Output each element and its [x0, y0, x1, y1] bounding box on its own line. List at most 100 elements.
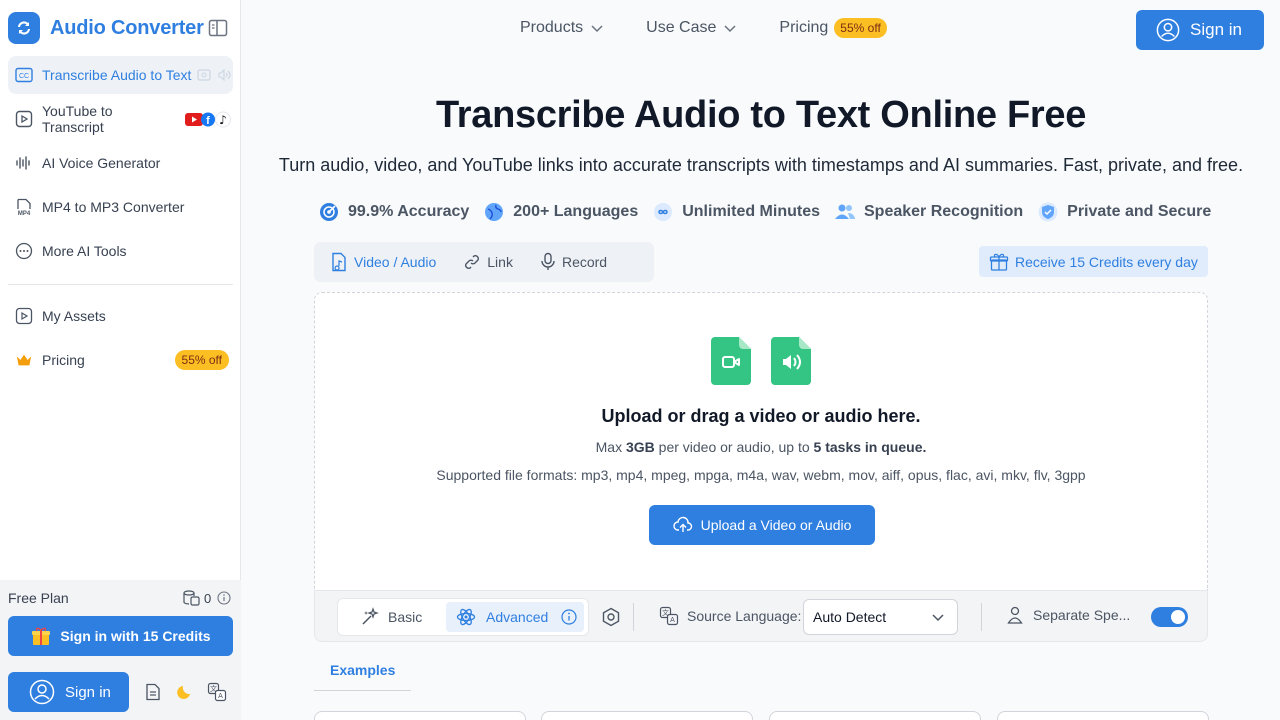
separate-speakers-toggle[interactable]: [1151, 607, 1188, 627]
sign-in-credits-button[interactable]: Sign in with 15 Credits: [8, 616, 233, 656]
tab-record[interactable]: Record: [540, 252, 607, 272]
document-icon[interactable]: [143, 682, 163, 702]
target-icon: [318, 201, 340, 223]
logo-icon: [8, 12, 40, 44]
source-language-select[interactable]: Auto Detect: [803, 599, 958, 635]
sidebar-item-label: AI Voice Generator: [42, 155, 161, 171]
nav-use-case[interactable]: Use Case: [646, 19, 737, 37]
sidebar-item-youtube-transcript[interactable]: YouTube to Transcript f ♪: [8, 100, 233, 138]
sidebar-collapse-icon[interactable]: [208, 19, 228, 37]
upload-dropzone[interactable]: Upload or drag a video or audio here. Ma…: [314, 292, 1208, 590]
mode-advanced[interactable]: Advanced: [446, 602, 584, 632]
nav-products[interactable]: Products: [520, 19, 604, 37]
tab-label: Video / Audio: [354, 254, 437, 270]
assets-icon: [15, 307, 33, 325]
page-subtitle: Turn audio, video, and YouTube links int…: [278, 155, 1244, 175]
svg-text:♪: ♪: [219, 113, 227, 127]
example-card[interactable]: [997, 711, 1209, 720]
upload-limit-size: 3GB: [625, 439, 655, 455]
file-audio-icon: [330, 252, 348, 272]
daily-credits-banner[interactable]: Receive 15 Credits every day: [979, 246, 1208, 277]
mode-basic[interactable]: Basic: [360, 602, 422, 632]
upload-limit-text: per video or audio, up to: [654, 439, 814, 455]
free-plan-label: Free Plan: [8, 590, 69, 606]
example-card[interactable]: [769, 711, 981, 720]
gift-icon: [989, 252, 1009, 272]
translate-icon[interactable]: 文A: [207, 682, 227, 702]
tab-examples[interactable]: Examples: [330, 662, 395, 678]
sidebar-item-pricing[interactable]: Pricing 55% off: [8, 341, 233, 379]
upload-button-label: Upload a Video or Audio: [700, 517, 852, 533]
speaker-mini-icon: [217, 69, 231, 81]
source-language-text: Source Language:: [687, 608, 802, 624]
discount-badge: 55% off: [834, 18, 887, 38]
settings-icon[interactable]: [601, 607, 621, 632]
svg-text:CC: CC: [19, 73, 29, 80]
video-mini-icon: [197, 69, 212, 81]
examples-underline: [314, 690, 411, 691]
upload-limit-text: Max: [595, 439, 626, 455]
info-icon[interactable]: [217, 591, 231, 605]
example-card[interactable]: [314, 711, 526, 720]
upload-limit-tasks: 5 tasks in queue.: [813, 439, 927, 455]
chevron-down-icon: [724, 25, 736, 33]
cloud-upload-icon: [672, 516, 693, 534]
tab-label: Record: [561, 254, 608, 270]
sidebar-item-mp4-to-mp3[interactable]: MP4 MP4 to MP3 Converter: [8, 188, 233, 226]
sidebar-item-my-assets[interactable]: My Assets: [8, 297, 233, 335]
atom-icon: [456, 607, 476, 627]
sidebar-item-label: MP4 to MP3 Converter: [42, 199, 185, 215]
svg-text:A: A: [670, 617, 675, 624]
feature-list: 99.9% Accuracy 200+ Languages Unlimited …: [318, 201, 1225, 223]
shield-icon: [1037, 201, 1059, 223]
credits-value: 0: [204, 590, 212, 606]
feature-label: Unlimited Minutes: [682, 203, 820, 220]
mode-basic-label: Basic: [388, 609, 423, 625]
divider: [981, 603, 982, 631]
source-language-value: Auto Detect: [813, 609, 887, 625]
video-file-icon: [711, 337, 751, 385]
page-title: Transcribe Audio to Text Online Free: [435, 94, 1087, 136]
sidebar-item-transcribe[interactable]: CC Transcribe Audio to Text: [8, 56, 233, 94]
closed-caption-icon: CC: [15, 66, 33, 84]
moon-icon[interactable]: [175, 682, 195, 702]
divider: [633, 603, 634, 631]
feature-secure: Private and Secure: [1037, 201, 1211, 223]
sidebar: Audio Converter CC Transcribe Audio to T…: [0, 0, 241, 720]
discount-badge: 55% off: [174, 350, 229, 370]
tab-video-audio[interactable]: Video / Audio: [330, 252, 436, 272]
upload-limit: Max 3GB per video or audio, up to 5 task…: [315, 439, 1207, 455]
svg-text:A: A: [218, 693, 223, 700]
supported-formats: Supported file formats: mp3, mp4, mpeg, …: [436, 467, 1086, 483]
sign-in-credits-label: Sign in with 15 Credits: [60, 628, 211, 644]
info-icon[interactable]: [561, 609, 577, 625]
sidebar-sign-in-button[interactable]: Sign in: [8, 672, 129, 712]
upload-title: Upload or drag a video or audio here.: [601, 406, 921, 426]
sidebar-item-label: Transcribe Audio to Text: [42, 67, 192, 83]
sidebar-sign-in-label: Sign in: [65, 683, 111, 701]
upload-button[interactable]: Upload a Video or Audio: [649, 505, 875, 545]
mode-toggle: Basic Advanced: [337, 598, 589, 636]
sidebar-item-more-tools[interactable]: More AI Tools: [8, 232, 233, 270]
svg-text:f: f: [206, 115, 210, 127]
nav-pricing[interactable]: Pricing 55% off: [779, 18, 887, 38]
separate-speakers-text: Separate Spe...: [1033, 607, 1131, 623]
header-sign-in-button[interactable]: Sign in: [1136, 10, 1264, 50]
chevron-down-icon: [591, 25, 603, 33]
infinity-icon: [652, 201, 674, 223]
feature-label: Private and Secure: [1067, 203, 1212, 220]
sidebar-item-voice-generator[interactable]: AI Voice Generator: [8, 144, 233, 182]
coins-icon: [182, 589, 200, 607]
brand-name: Audio Converter: [50, 16, 204, 39]
feature-label: 99.9% Accuracy: [348, 203, 470, 220]
brand[interactable]: Audio Converter: [8, 12, 204, 44]
tab-link[interactable]: Link: [463, 253, 513, 271]
svg-text:文: 文: [662, 608, 669, 617]
daily-credits-label: Receive 15 Credits every day: [1015, 253, 1198, 270]
user-icon: [1156, 18, 1180, 42]
example-card[interactable]: [541, 711, 753, 720]
svg-text:MP4: MP4: [18, 211, 31, 216]
feature-languages: 200+ Languages: [483, 201, 638, 223]
mp4-file-icon: MP4: [15, 198, 33, 216]
link-icon: [463, 253, 481, 271]
